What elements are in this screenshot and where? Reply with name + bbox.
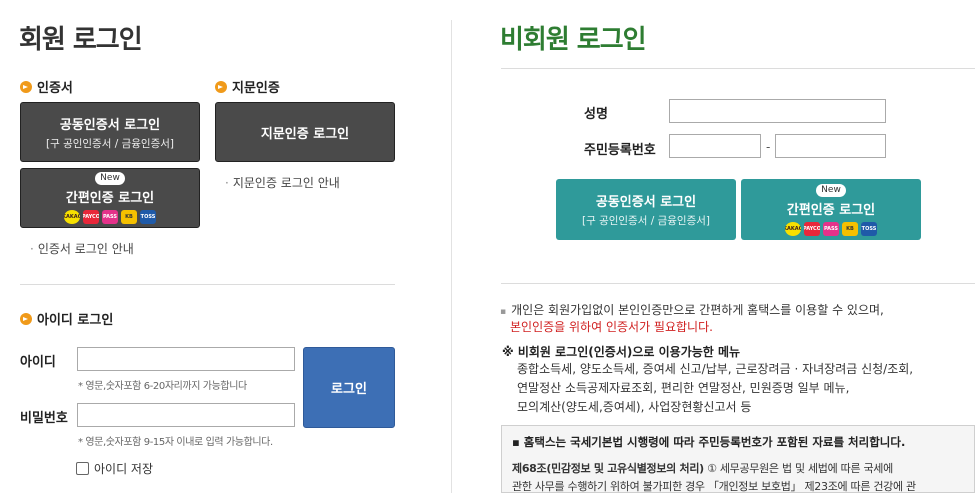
name-label: 성명 <box>584 107 608 122</box>
rrn-front-input[interactable] <box>669 134 761 158</box>
arrow-bullet-icon <box>215 80 227 93</box>
column-divider <box>451 20 452 493</box>
save-id-checkbox[interactable]: 아이디 저장 <box>76 460 153 477</box>
password-label: 비밀번호 <box>20 411 68 426</box>
rrn-dash: - <box>766 140 771 154</box>
id-section-label: 아이디 로그인 <box>37 313 114 328</box>
id-section-title: 아이디 로그인 <box>20 309 113 328</box>
guest-joint-cert-button[interactable]: 공동인증서 로그인 [구 공인인증서 / 금융인증서] <box>556 179 736 240</box>
privacy-text-2: 관한 사무를 수행하기 위하여 불가피한 경우 「개인정보 보호법」 제23조에… <box>512 480 916 493</box>
id-hint: * 영문,숫자포함 6-20자리까지 가능합니다 <box>78 381 247 392</box>
available-menu-title: ※ 비회원 로그인(인증서)으로 이용가능한 메뉴 <box>502 345 741 359</box>
privacy-info-box: ▪ 홈택스는 국세기본법 시행령에 따라 주민등록번호가 포함된 자료를 처리합… <box>501 425 975 493</box>
finger-login-label: 지문인증 로그인 <box>260 126 350 142</box>
pass-icon: PASS <box>823 221 839 236</box>
simple-cert-provider-icons: KAKAO PAYCO PASS KB TOSS <box>64 210 156 224</box>
finger-section-title: 지문인증 <box>215 77 280 96</box>
cert-login-guide-link[interactable]: 인증서 로그인 안내 <box>30 240 134 257</box>
member-login-title: 회원 로그인 <box>19 25 143 55</box>
guest-login-title: 비회원 로그인 <box>500 25 647 55</box>
guest-joint-cert-label: 공동인증서 로그인 <box>595 195 697 210</box>
new-badge: New <box>816 183 846 197</box>
kb-icon: KB <box>842 221 858 236</box>
password-input[interactable] <box>77 403 295 427</box>
id-label: 아이디 <box>20 355 56 370</box>
guest-simple-cert-button[interactable]: New 간편인증 로그인 KAKAO PAYCO PASS KB TOSS <box>741 179 921 240</box>
password-hint: * 영문,숫자포함 9-15자 이내로 입력 가능합니다. <box>78 437 273 448</box>
privacy-info-title: ▪ 홈택스는 국세기본법 시행령에 따라 주민등록번호가 포함된 자료를 처리합… <box>512 435 906 449</box>
joint-cert-login-button[interactable]: 공동인증서 로그인 [구 공인인증서 / 금융인증서] <box>20 102 200 162</box>
privacy-info-text: 제68조(민감정보 및 고유식별정보의 처리) ① 세무공무원은 법 및 세법에… <box>512 460 964 493</box>
finger-section-label: 지문인증 <box>232 81 280 96</box>
payco-icon: PAYCO <box>83 210 99 224</box>
cert-section-title: 인증서 <box>20 77 73 96</box>
section-divider <box>501 283 975 284</box>
privacy-text-1: ① 세무공무원은 법 및 세법에 따른 국세에 <box>707 462 893 475</box>
pass-icon: PASS <box>102 210 118 224</box>
rrn-label: 주민등록번호 <box>584 143 656 158</box>
menu-line: 종합소득세, 양도소득세, 증여세 신고/납부, 근로장려금 · 자녀장려금 신… <box>517 362 914 376</box>
cert-required-notice: 본인인증을 위하여 인증서가 필요합니다. <box>510 320 713 334</box>
new-badge: New <box>95 172 125 185</box>
name-input[interactable] <box>669 99 886 123</box>
available-menu-list: 종합소득세, 양도소득세, 증여세 신고/납부, 근로장려금 · 자녀장려금 신… <box>517 360 913 417</box>
title-divider <box>501 68 975 69</box>
menu-line: 연말정산 소득공제자료조회, 편리한 연말정산, 민원증명 일부 메뉴, <box>517 381 850 395</box>
section-divider <box>20 284 395 285</box>
kakao-icon: KAKAO <box>64 210 80 224</box>
save-id-label: 아이디 저장 <box>94 462 154 476</box>
checkbox-icon[interactable] <box>76 462 89 475</box>
finger-login-button[interactable]: 지문인증 로그인 <box>215 102 395 162</box>
simple-cert-label: 간편인증 로그인 <box>65 191 155 206</box>
privacy-article: 제68조(민감정보 및 고유식별정보의 처리) <box>512 462 704 475</box>
toss-icon: TOSS <box>861 221 877 236</box>
rrn-back-input[interactable] <box>775 134 886 158</box>
payco-icon: PAYCO <box>804 221 820 236</box>
finger-login-guide-link[interactable]: 지문인증 로그인 안내 <box>225 174 340 191</box>
simple-cert-provider-icons: KAKAO PAYCO PASS KB TOSS <box>785 221 877 236</box>
cert-section-label: 인증서 <box>37 81 73 96</box>
guest-joint-cert-sublabel: [구 공인인증서 / 금융인증서] <box>581 215 710 227</box>
joint-cert-sublabel: [구 공인인증서 / 금융인증서] <box>45 137 174 150</box>
kakao-icon: KAKAO <box>785 221 801 236</box>
joint-cert-label: 공동인증서 로그인 <box>59 117 161 133</box>
arrow-bullet-icon <box>20 80 32 93</box>
guest-simple-cert-label: 간편인증 로그인 <box>786 202 876 218</box>
id-input[interactable] <box>77 347 295 371</box>
arrow-bullet-icon <box>20 312 32 325</box>
toss-icon: TOSS <box>140 210 156 224</box>
login-button[interactable]: 로그인 <box>303 347 395 428</box>
simple-cert-login-button[interactable]: New 간편인증 로그인 KAKAO PAYCO PASS KB TOSS <box>20 168 200 228</box>
menu-line: 모의계산(양도세,증여세), 사업장현황신고서 등 <box>517 400 752 414</box>
kb-icon: KB <box>121 210 137 224</box>
